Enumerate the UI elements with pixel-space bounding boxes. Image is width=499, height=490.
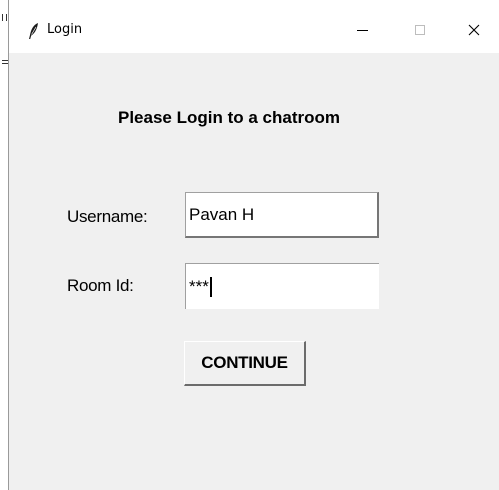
login-window: Login Please Login to a chatroom Usernam… [8,0,499,490]
title-bar[interactable]: Login [9,0,499,53]
room-id-input[interactable]: *** [185,263,379,309]
room-id-masked-value: *** [189,276,209,296]
username-input[interactable] [185,192,379,238]
username-label: Username: [67,207,148,226]
text-caret [209,276,212,297]
background-mark [2,14,7,21]
window-title: Login [47,22,83,37]
minimize-button[interactable] [339,12,385,48]
maximize-icon [415,25,425,35]
feather-icon [29,23,38,39]
page-heading: Please Login to a chatroom [118,108,340,127]
maximize-button[interactable] [397,12,443,48]
continue-button[interactable]: CONTINUE [184,341,306,386]
minimize-icon [356,29,368,31]
close-button[interactable] [451,12,497,48]
room-id-label: Room Id: [67,276,134,295]
close-icon [468,24,480,36]
